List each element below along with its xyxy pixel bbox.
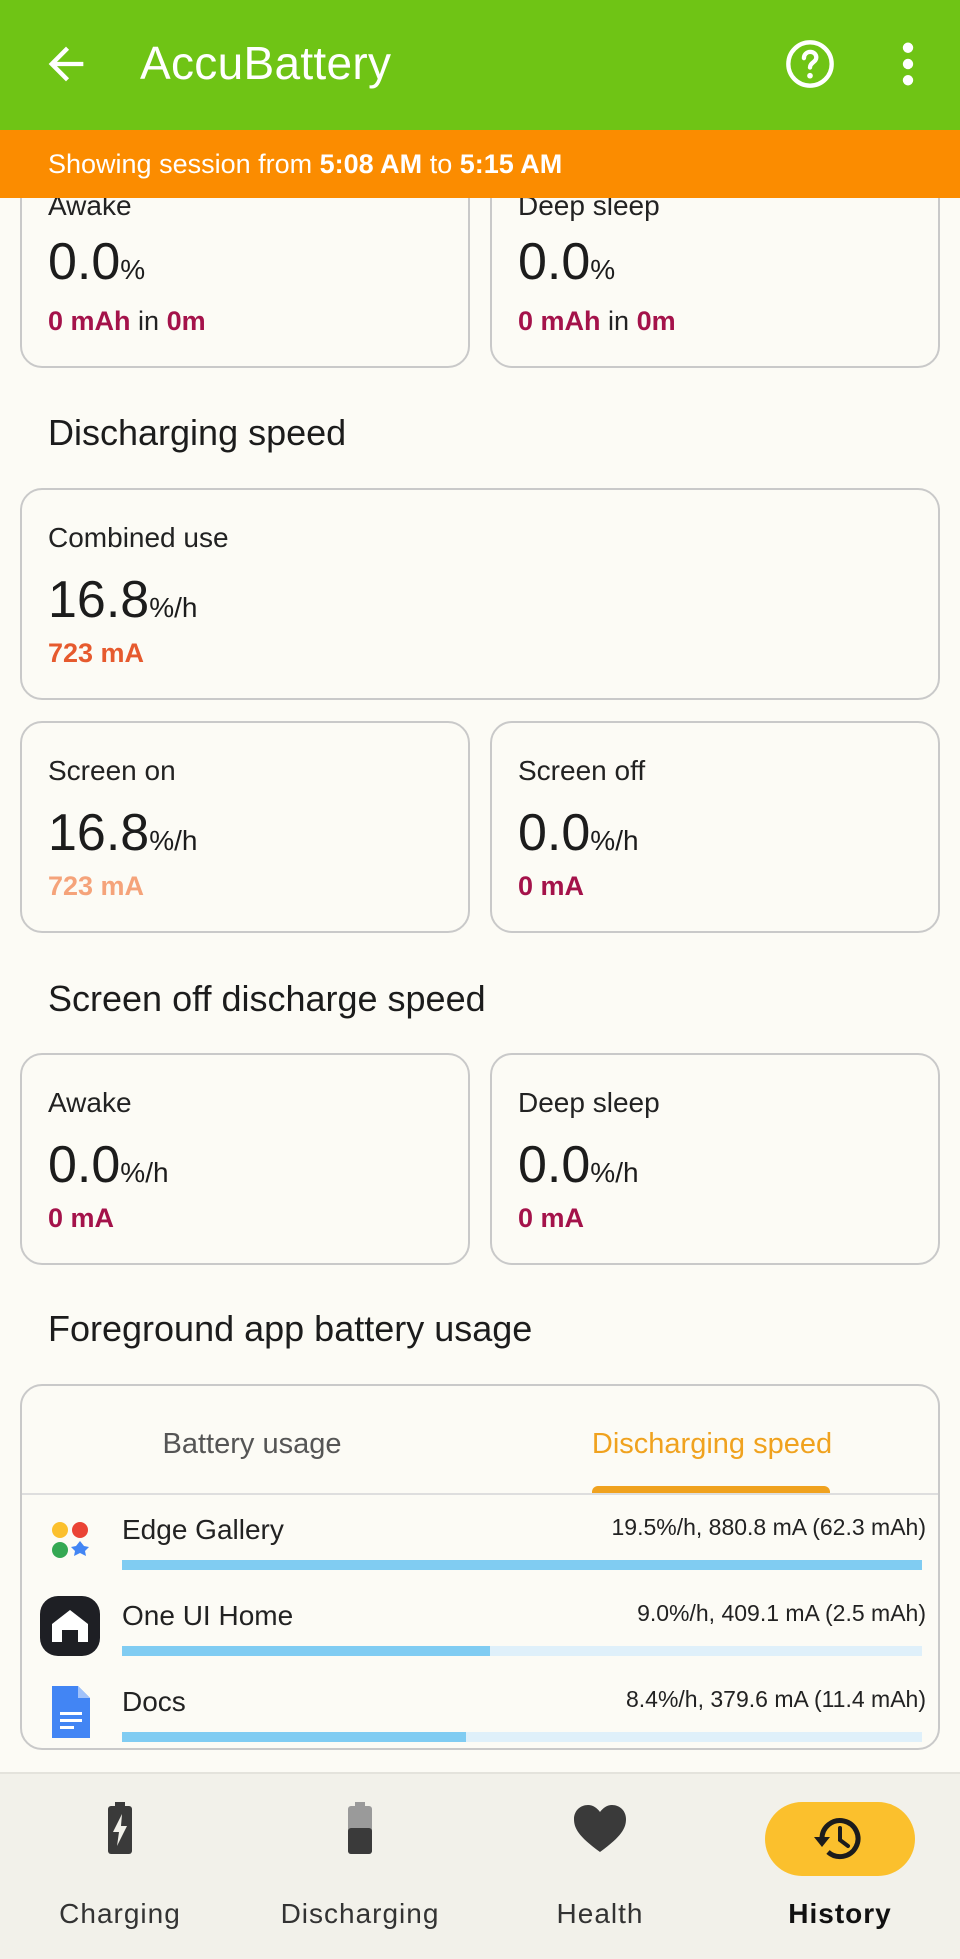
- screen-off-speed-heading: Screen off discharge speed: [48, 978, 486, 1019]
- edge-gallery-icon: [52, 1522, 89, 1558]
- card-current: 0 mA: [518, 871, 585, 901]
- more-options-icon[interactable]: [890, 38, 926, 90]
- combined-use-card: Combined use 16.8%/h 723 mA: [20, 488, 940, 700]
- tab-divider: [22, 1493, 938, 1495]
- card-value: 16.8%/h: [48, 804, 198, 862]
- nav-health[interactable]: Health: [480, 1774, 720, 1959]
- docs-icon: [52, 1686, 90, 1738]
- card-current: 0 mA: [518, 1203, 585, 1233]
- app-row-one-ui-home[interactable]: One UI Home 9.0%/h, 409.1 mA (2.5 mAh): [22, 1584, 938, 1670]
- app-name: Edge Gallery: [122, 1514, 284, 1545]
- session-to: to: [429, 149, 453, 179]
- nav-label: Charging: [59, 1898, 181, 1929]
- nav-label: Discharging: [280, 1898, 440, 1929]
- card-value: 0.0%/h: [518, 804, 639, 862]
- one-ui-home-icon: [40, 1596, 100, 1656]
- foreground-usage-card: Battery usage Discharging speed Edge Gal…: [20, 1384, 940, 1750]
- app-name: Docs: [122, 1686, 186, 1717]
- card-label: Combined use: [48, 522, 229, 553]
- app-stat: 19.5%/h, 880.8 mA (62.3 mAh): [611, 1514, 926, 1540]
- screen-off-deep-sleep-card: Deep sleep 0.0%/h 0 mA: [490, 1053, 940, 1265]
- discharging-speed-heading: Discharging speed: [48, 412, 347, 453]
- nav-discharging[interactable]: Discharging: [240, 1774, 480, 1959]
- screen-on-card: Screen on 16.8%/h 723 mA: [20, 721, 470, 933]
- app-name: One UI Home: [122, 1600, 294, 1631]
- battery-charging-icon: [108, 1802, 132, 1854]
- card-value: 0.0%: [48, 233, 146, 291]
- screen-off-card: Screen off 0.0%/h 0 mA: [490, 721, 940, 933]
- card-value: 16.8%/h: [48, 571, 198, 629]
- usage-bar-fill: [122, 1732, 466, 1742]
- back-arrow-icon[interactable]: [40, 38, 92, 90]
- app-bar: AccuBattery: [0, 0, 960, 130]
- app-stat: 8.4%/h, 379.6 mA (11.4 mAh): [625, 1686, 926, 1712]
- card-current: 723 mA: [48, 638, 145, 668]
- card-label: Awake: [48, 1087, 132, 1118]
- card-label: Deep sleep: [518, 1087, 660, 1118]
- app-row-docs[interactable]: Docs 8.4%/h, 379.6 mA (11.4 mAh): [22, 1670, 938, 1748]
- card-sub: 0 mAh in 0m: [48, 306, 206, 336]
- usage-bar: [122, 1560, 922, 1570]
- usage-bar-fill: [122, 1560, 922, 1570]
- battery-discharging-icon: [348, 1802, 372, 1854]
- screen-off-awake-card: Awake 0.0%/h 0 mA: [20, 1053, 470, 1265]
- tab-discharging-speed[interactable]: Discharging speed: [482, 1386, 938, 1492]
- bottom-navigation: Charging Discharging Health History: [0, 1772, 960, 1959]
- tab-battery-usage[interactable]: Battery usage: [22, 1386, 482, 1492]
- help-icon[interactable]: [784, 38, 836, 90]
- nav-history[interactable]: History: [720, 1774, 960, 1959]
- card-value: 0.0%/h: [518, 1136, 639, 1194]
- usage-bar: [122, 1732, 922, 1742]
- session-banner: Showing session from 5:08 AM to 5:15 AM: [0, 130, 960, 198]
- card-label: Deep sleep: [518, 198, 660, 221]
- usage-bar-fill: [122, 1646, 490, 1656]
- session-prefix: Showing session from: [48, 149, 313, 179]
- session-end: 5:15 AM: [459, 149, 563, 179]
- card-label: Screen off: [518, 755, 646, 786]
- card-sub: 0 mAh in 0m: [518, 306, 676, 336]
- nav-label: Health: [556, 1898, 644, 1929]
- awake-usage-card: Awake 0.0% 0 mAh in 0m: [20, 198, 470, 368]
- app-row-edge-gallery[interactable]: Edge Gallery 19.5%/h, 880.8 mA (62.3 mAh…: [22, 1498, 938, 1584]
- nav-charging[interactable]: Charging: [0, 1774, 240, 1959]
- heart-icon: [574, 1805, 626, 1852]
- foreground-usage-heading: Foreground app battery usage: [48, 1308, 533, 1349]
- app-stat: 9.0%/h, 409.1 mA (2.5 mAh): [637, 1600, 926, 1626]
- card-value: 0.0%: [518, 233, 616, 291]
- card-label: Awake: [48, 198, 132, 221]
- session-start: 5:08 AM: [319, 149, 423, 179]
- card-value: 0.0%/h: [48, 1136, 169, 1194]
- card-current: 0 mA: [48, 1203, 115, 1233]
- deep-sleep-usage-card: Deep sleep 0.0% 0 mAh in 0m: [490, 198, 940, 368]
- scroll-content[interactable]: Awake 0.0% 0 mAh in 0m Deep sleep 0.0% 0…: [0, 198, 960, 1772]
- nav-label: History: [788, 1898, 892, 1929]
- card-label: Screen on: [48, 755, 176, 786]
- history-icon: [814, 1818, 861, 1860]
- app-title: AccuBattery: [140, 37, 392, 89]
- card-current: 723 mA: [48, 871, 145, 901]
- usage-bar: [122, 1646, 922, 1656]
